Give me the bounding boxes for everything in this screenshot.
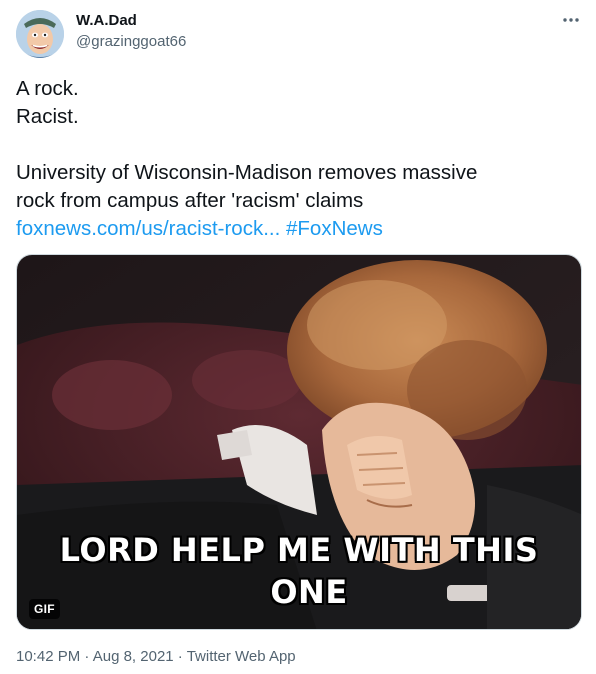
more-options-icon[interactable] — [558, 10, 584, 30]
hashtag-link[interactable]: #FoxNews — [286, 217, 383, 240]
tweet: W.A.Dad @grazinggoat66 A rock. Racist. U… — [0, 0, 596, 674]
headline-line: rock from campus after 'racism' claims — [16, 189, 364, 212]
author-display-name[interactable]: W.A.Dad — [76, 12, 137, 29]
author-handle[interactable]: @grazinggoat66 — [76, 33, 186, 50]
gif-caption-line1: LORD HELP ME WITH THIS — [59, 531, 539, 569]
meta-separator: · — [80, 648, 93, 665]
tweet-text: A rock. Racist. University of Wisconsin-… — [16, 75, 580, 243]
cartoon-face-avatar-icon — [16, 10, 64, 58]
link-line: foxnews.com/us/racist-rock... #FoxNews — [16, 215, 580, 243]
gif-badge: GIF — [29, 599, 60, 619]
gif-caption-line2: ONE — [270, 573, 348, 611]
paragraph-break — [16, 131, 580, 159]
tweet-time[interactable]: 10:42 PM — [16, 648, 80, 665]
avatar[interactable] — [16, 10, 64, 58]
meta-separator: · — [173, 648, 187, 665]
tweet-line: A rock. — [16, 77, 79, 100]
tweet-metadata: 10:42 PM · Aug 8, 2021 · Twitter Web App — [16, 648, 296, 665]
tweet-source[interactable]: Twitter Web App — [187, 648, 296, 665]
gif-media[interactable]: LORD HELP ME WITH THIS ONE GIF — [16, 254, 582, 630]
article-link[interactable]: foxnews.com/us/racist-rock... — [16, 217, 280, 240]
tweet-line: Racist. — [16, 105, 79, 128]
tweet-date[interactable]: Aug 8, 2021 — [93, 648, 174, 665]
headline-line: University of Wisconsin-Madison removes … — [16, 161, 478, 184]
